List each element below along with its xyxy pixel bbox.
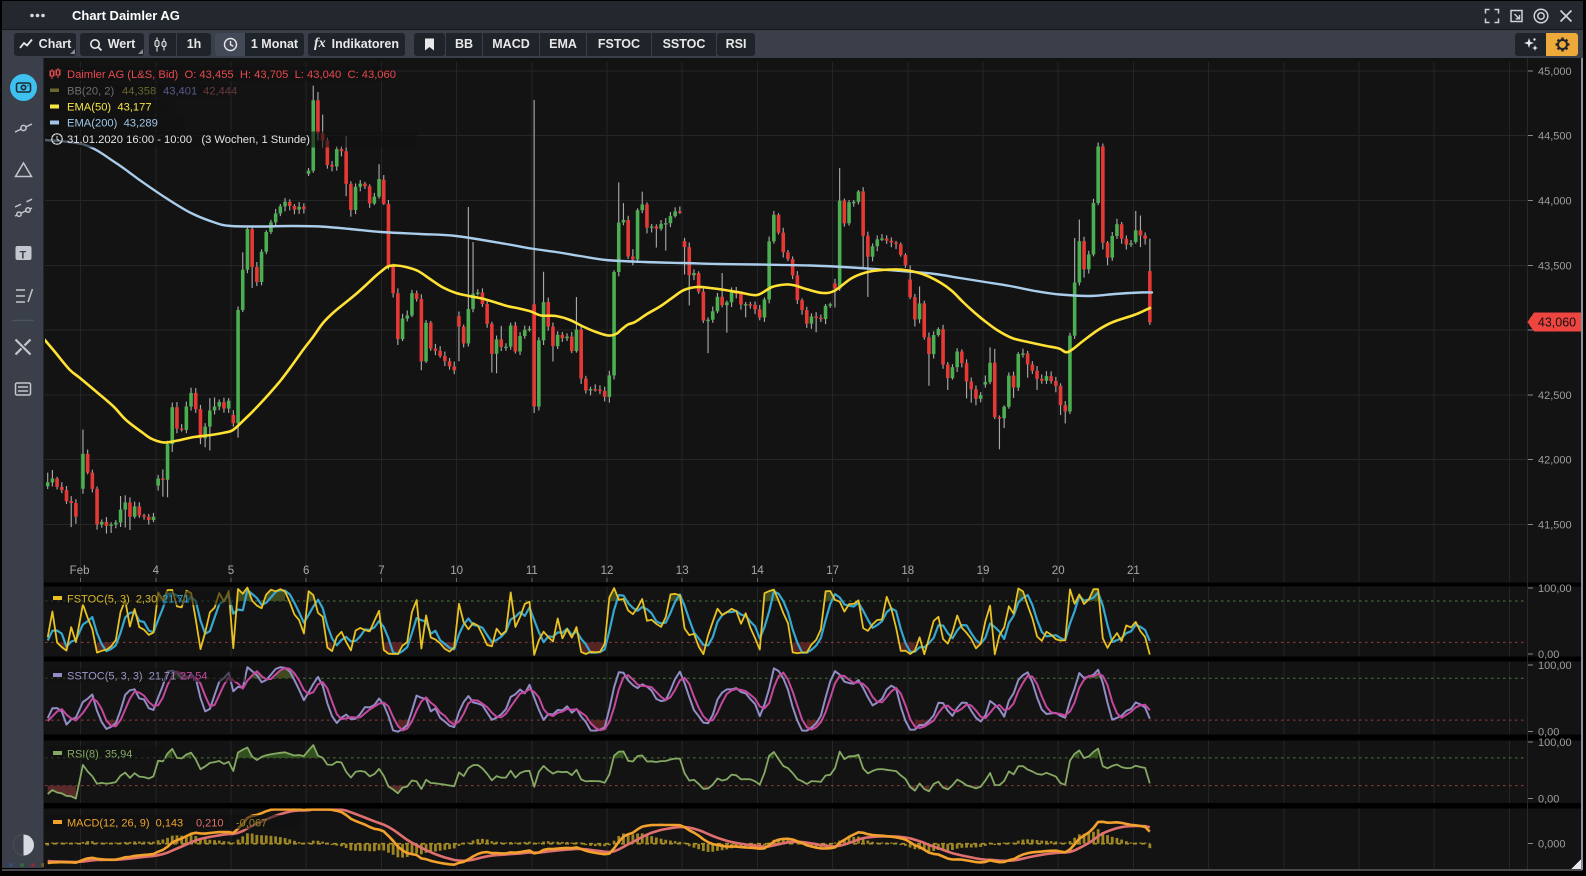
svg-text:44,358: 44,358: [122, 86, 156, 98]
svg-text:20: 20: [1052, 565, 1065, 577]
svg-text:44,500: 44,500: [1538, 131, 1572, 143]
svg-text:11: 11: [526, 565, 538, 577]
svg-text:5: 5: [228, 565, 234, 577]
svg-text:43,401: 43,401: [163, 86, 197, 98]
svg-text:27,54: 27,54: [180, 671, 208, 683]
svg-text:-0,067: -0,067: [236, 818, 267, 830]
svg-text:43,060: 43,060: [1538, 316, 1576, 330]
svg-text:31.01.2020 16:00 - 10:00 (3: 31.01.2020 16:00 - 10:00 (3 Wochen, 1 St…: [67, 134, 310, 146]
svg-text:6: 6: [303, 565, 309, 577]
svg-text:4: 4: [153, 565, 160, 577]
svg-text:43,500: 43,500: [1538, 260, 1572, 272]
svg-text:14: 14: [751, 565, 764, 577]
svg-text:T: T: [20, 250, 27, 262]
svg-text:0,00: 0,00: [1538, 794, 1559, 806]
svg-text:SSTOC(5, 3, 3) 21,71: SSTOC(5, 3, 3) 21,71: [67, 671, 176, 683]
svg-text:42,500: 42,500: [1538, 390, 1572, 402]
svg-text:18: 18: [901, 565, 914, 577]
svg-text:Daimler AG (L&S, Bid) O: 43,4: Daimler AG (L&S, Bid) O: 43,455 H: 43,70…: [67, 69, 396, 81]
svg-text:EMA(200) 43,289: EMA(200) 43,289: [67, 118, 158, 130]
svg-text:42,000: 42,000: [1538, 455, 1572, 467]
svg-text:42,444: 42,444: [203, 86, 237, 98]
svg-text:41,500: 41,500: [1538, 520, 1572, 532]
svg-text:100,00: 100,00: [1538, 737, 1572, 749]
svg-text:EMA(50) 43,177: EMA(50) 43,177: [67, 102, 152, 114]
svg-text:19: 19: [977, 565, 990, 577]
svg-text:0,000: 0,000: [1538, 839, 1566, 851]
svg-text:44,000: 44,000: [1538, 196, 1572, 208]
svg-text:10: 10: [450, 565, 463, 577]
svg-text:RSI(8) 35,94: RSI(8) 35,94: [67, 749, 132, 761]
svg-text:0,210: 0,210: [196, 818, 224, 830]
svg-text:12: 12: [601, 565, 614, 577]
svg-text:7: 7: [378, 565, 384, 577]
svg-text:100,00: 100,00: [1538, 583, 1572, 595]
svg-text:45,000: 45,000: [1538, 66, 1572, 78]
svg-text:Feb: Feb: [70, 565, 90, 577]
svg-text:17: 17: [826, 565, 839, 577]
svg-text:13: 13: [676, 565, 689, 577]
svg-text:MACD(12, 26, 9) 0,143: MACD(12, 26, 9) 0,143: [67, 818, 183, 830]
svg-text:FSTOC(5, 3) 2,30: FSTOC(5, 3) 2,30: [67, 594, 157, 606]
svg-text:BB(20, 2): BB(20, 2): [67, 86, 115, 98]
svg-text:21,71: 21,71: [162, 594, 190, 606]
svg-text:100,00: 100,00: [1538, 660, 1572, 672]
svg-text:21: 21: [1127, 565, 1140, 577]
